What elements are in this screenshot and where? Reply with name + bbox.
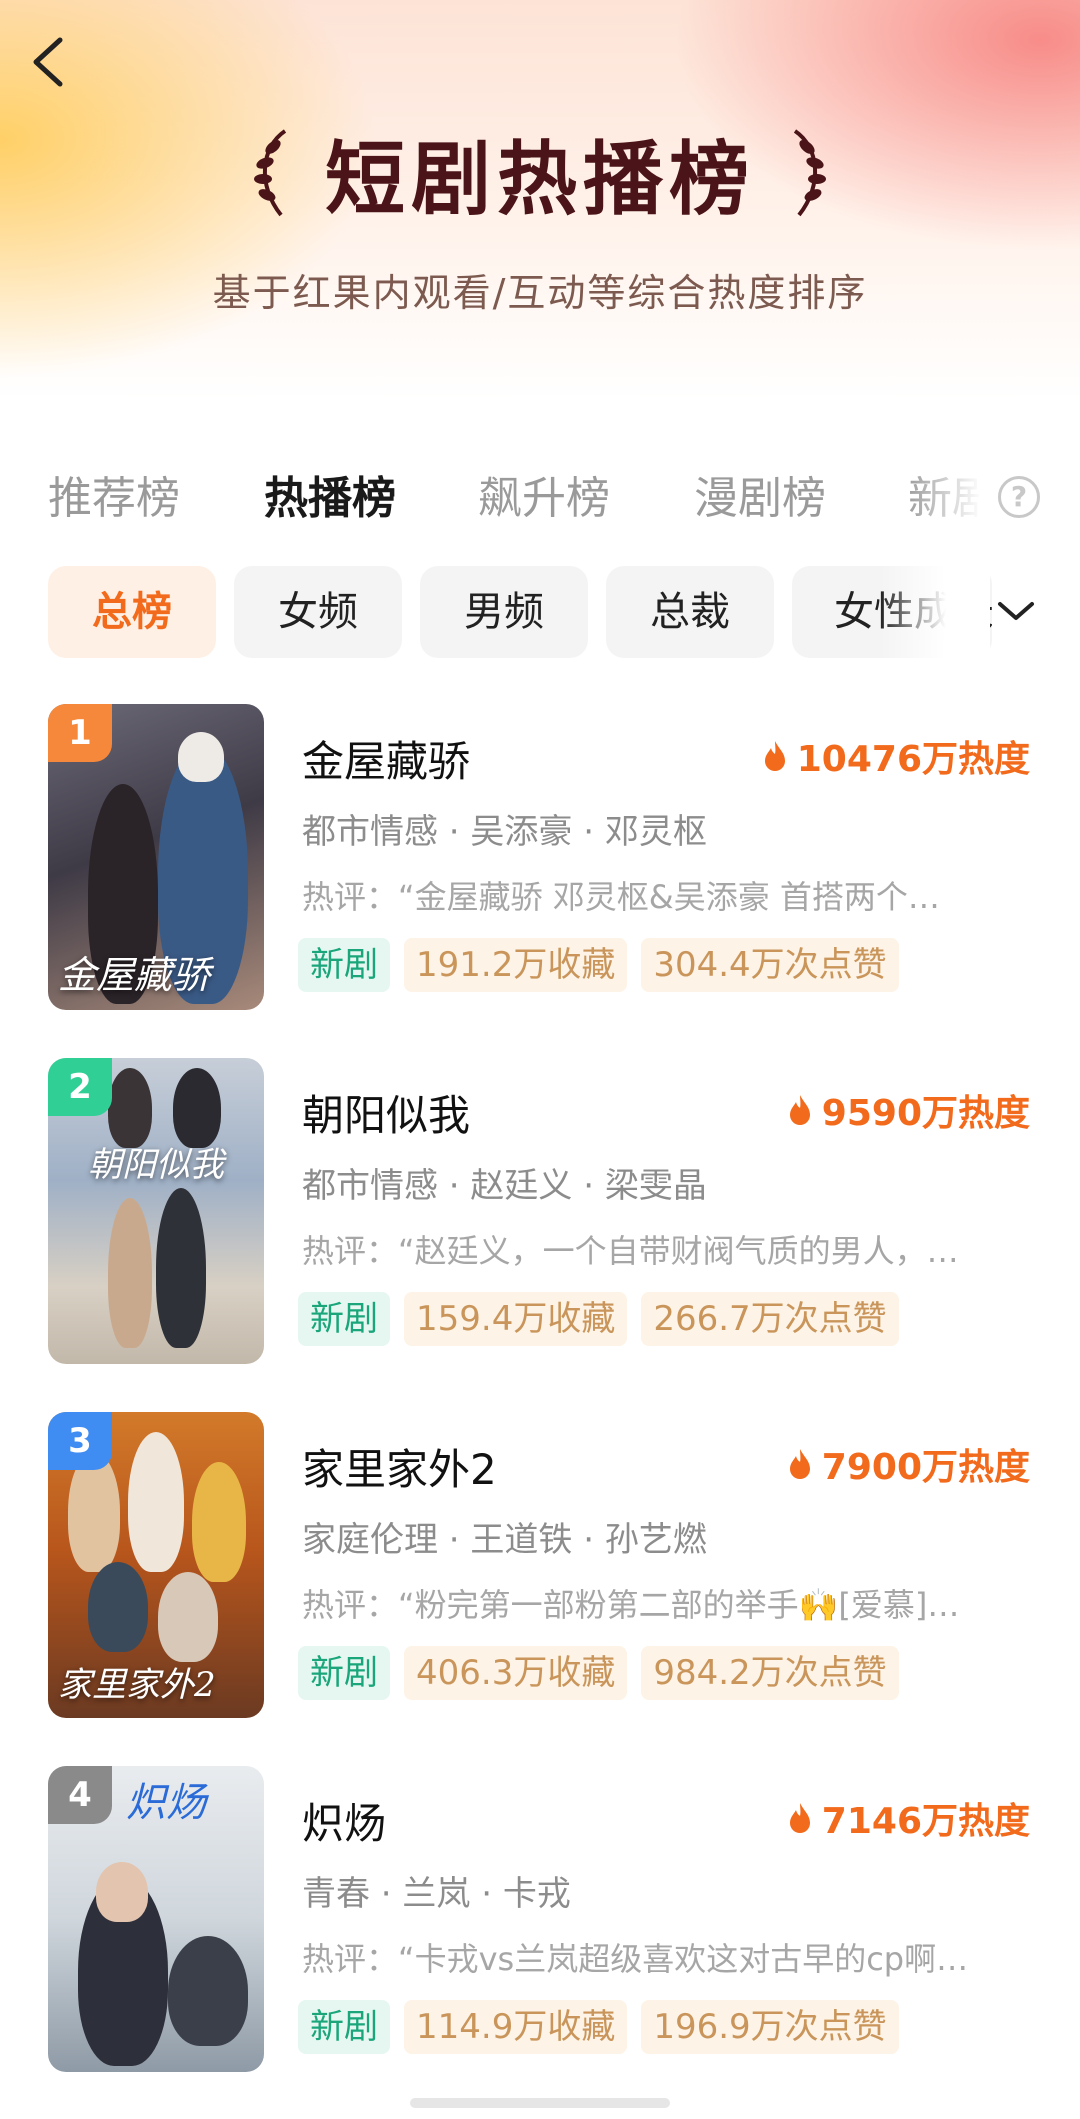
chevron-left-icon: [33, 37, 63, 87]
flame-icon: [789, 1095, 810, 1125]
list-item[interactable]: 1 金屋藏骄 金屋藏骄 10476万热度 都市情感 · 吴添豪 · 邓灵枢 热评…: [0, 704, 1080, 1014]
new-badge: 新剧: [298, 2000, 390, 2054]
header-title-group: 短剧热播榜: [0, 118, 1080, 228]
heat-score: 10476万热度: [763, 730, 1030, 782]
rank-badge: 4: [48, 1766, 112, 1824]
laurel-left-icon: [254, 129, 287, 217]
drama-review: 热评：“金屋藏骄 邓灵枢&吴添豪 首搭两个…: [302, 878, 940, 916]
drama-meta: 青春 · 兰岚 · 卡戎: [302, 1874, 571, 1914]
tab-comic[interactable]: 漫剧榜: [694, 462, 826, 526]
poster-caption: 金屋藏骄: [58, 953, 211, 998]
chip-ceo[interactable]: 总裁: [606, 566, 774, 658]
chevron-down-icon: [998, 602, 1034, 620]
tab-recommend[interactable]: 推荐榜: [48, 462, 180, 526]
heat-value: 10476万热度: [796, 739, 1030, 780]
poster-image: 3 家里家外2: [48, 1412, 264, 1718]
poster-caption: 朝阳似我: [88, 1145, 224, 1185]
rank-badge: 3: [48, 1412, 112, 1470]
expand-categories-button[interactable]: [996, 596, 1036, 626]
flame-icon: [764, 741, 785, 771]
laurel-right-icon: [793, 129, 826, 217]
heat-score: 7146万热度: [788, 1792, 1030, 1844]
drama-tags: 新剧 406.3万收藏 984.2万次点赞: [298, 1646, 899, 1700]
tab-rising[interactable]: 飙升榜: [478, 462, 610, 526]
poster-caption: 炽炀: [126, 1780, 206, 1826]
drama-title: 朝阳似我: [302, 1091, 471, 1140]
drama-tags: 新剧 159.4万收藏 266.7万次点赞: [298, 1292, 899, 1346]
list-item[interactable]: 3 家里家外2 家里家外2 7900万热度 家庭伦理 · 王道铁 · 孙艺燃 热…: [0, 1412, 1080, 1722]
poster-image: 2 朝阳似我: [48, 1058, 264, 1364]
heat-score: 7900万热度: [788, 1438, 1030, 1490]
new-badge: 新剧: [298, 938, 390, 992]
new-badge: 新剧: [298, 1646, 390, 1700]
poster-image: 4 炽炀: [48, 1766, 264, 2072]
likes-count: 984.2万次点赞: [641, 1646, 899, 1700]
poster-image: 1 金屋藏骄: [48, 704, 264, 1010]
heat-value: 7900万热度: [821, 1447, 1030, 1488]
help-icon[interactable]: ?: [998, 476, 1040, 518]
heat-value: 7146万热度: [821, 1801, 1030, 1842]
drama-title: 炽炀: [302, 1799, 387, 1848]
chip-male[interactable]: 男频: [420, 566, 588, 658]
flame-icon: [789, 1803, 810, 1833]
rank-badge: 2: [48, 1058, 112, 1116]
favorites-count: 114.9万收藏: [404, 2000, 628, 2054]
drama-tags: 新剧 191.2万收藏 304.4万次点赞: [298, 938, 899, 992]
chip-all[interactable]: 总榜: [48, 566, 216, 658]
new-badge: 新剧: [298, 1292, 390, 1346]
tab-hot[interactable]: 热播榜: [264, 462, 396, 526]
category-chips: 总榜 女频 男频 总裁 女性成长: [0, 566, 1080, 658]
tabs-fade: [905, 462, 995, 532]
drama-title: 金屋藏骄: [302, 737, 471, 786]
page-subtitle: 基于红果内观看/互动等综合热度排序: [212, 271, 868, 315]
favorites-count: 191.2万收藏: [404, 938, 628, 992]
likes-count: 304.4万次点赞: [641, 938, 899, 992]
likes-count: 196.9万次点赞: [641, 2000, 899, 2054]
drama-tags: 新剧 114.9万收藏 196.9万次点赞: [298, 2000, 899, 2054]
drama-title: 家里家外2: [302, 1445, 497, 1494]
flame-icon: [789, 1449, 810, 1479]
heat-value: 9590万热度: [821, 1093, 1030, 1134]
home-indicator: [410, 2098, 670, 2108]
heat-score: 9590万热度: [788, 1084, 1030, 1136]
rank-badge: 1: [48, 704, 112, 762]
drama-review: 热评：“赵廷义，一个自带财阀气质的男人，…: [302, 1232, 959, 1270]
back-button[interactable]: [24, 32, 76, 92]
likes-count: 266.7万次点赞: [641, 1292, 899, 1346]
chips-fade: [880, 566, 990, 658]
ranking-tabs: 推荐榜 热播榜 飙升榜 漫剧榜 新剧: [0, 462, 1080, 532]
list-item[interactable]: 2 朝阳似我 朝阳似我 9590万热度 都市情感 · 赵廷义 · 梁雯晶 热评：…: [0, 1058, 1080, 1368]
poster-caption: 家里家外2: [58, 1665, 216, 1706]
list-item[interactable]: 4 炽炀 炽炀 7146万热度 青春 · 兰岚 · 卡戎 热评：“卡戎vs兰岚超…: [0, 1766, 1080, 2076]
drama-meta: 都市情感 · 吴添豪 · 邓灵枢: [302, 812, 707, 852]
favorites-count: 159.4万收藏: [404, 1292, 628, 1346]
page-title: 短剧热播榜: [325, 132, 755, 226]
drama-meta: 都市情感 · 赵廷义 · 梁雯晶: [302, 1166, 707, 1206]
chip-female[interactable]: 女频: [234, 566, 402, 658]
drama-review: 热评：“粉完第一部粉第二部的举手🙌[爱慕]…: [302, 1586, 960, 1624]
drama-meta: 家庭伦理 · 王道铁 · 孙艺燃: [302, 1520, 707, 1560]
drama-review: 热评：“卡戎vs兰岚超级喜欢这对古早的cp啊…: [302, 1940, 969, 1978]
favorites-count: 406.3万收藏: [404, 1646, 628, 1700]
